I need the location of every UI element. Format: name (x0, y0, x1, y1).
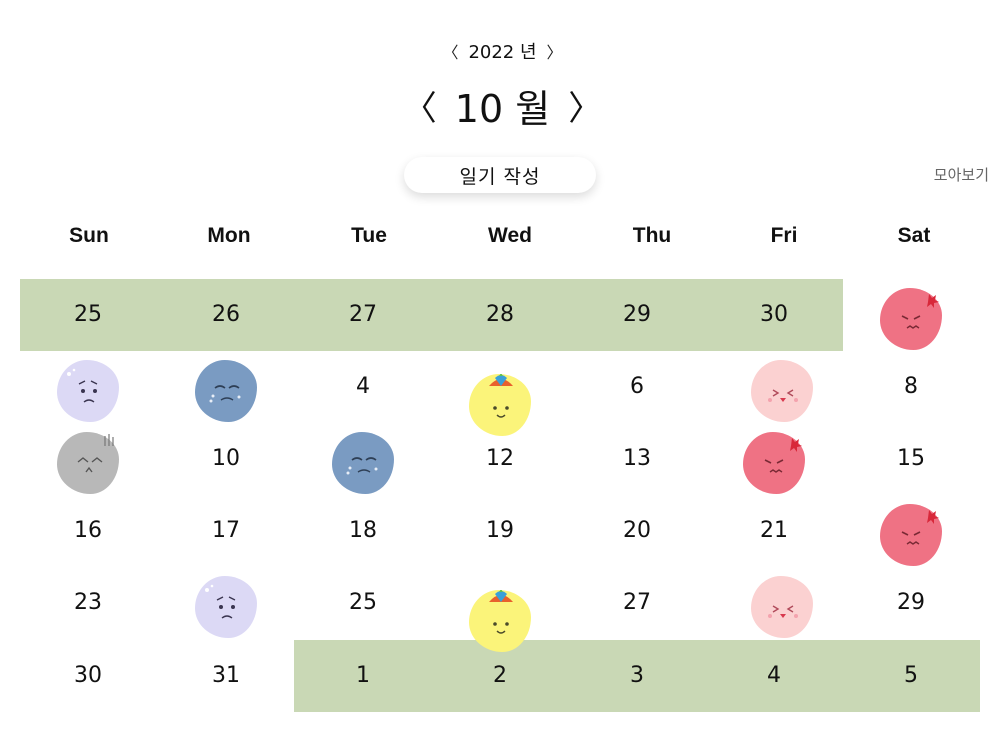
month-label: 10 월 (454, 87, 551, 131)
calendar-day[interactable]: 8 (856, 367, 966, 407)
mood-sad-icon[interactable] (195, 360, 257, 422)
next-month-button[interactable]: 〉 (568, 81, 602, 130)
calendar-day[interactable]: 6 (582, 367, 692, 407)
mood-angry-icon[interactable] (743, 432, 805, 494)
mood-happy-icon[interactable] (469, 590, 531, 652)
calendar-day[interactable]: 15 (856, 439, 966, 479)
calendar-day[interactable]: 3 (582, 656, 692, 696)
calendar-day[interactable]: 2 (445, 656, 555, 696)
calendar-day[interactable]: 31 (171, 656, 281, 696)
write-diary-button[interactable]: 일기 작성 (404, 157, 596, 193)
year-label: 2022 년 (468, 42, 537, 63)
calendar-day[interactable]: 30 (719, 295, 829, 335)
calendar-day[interactable]: 23 (33, 583, 143, 623)
mood-shy-icon[interactable] (751, 360, 813, 422)
weekday-wed: Wed (488, 224, 532, 247)
calendar-day[interactable]: 21 (719, 511, 829, 551)
calendar-day[interactable]: 13 (582, 439, 692, 479)
calendar-day[interactable]: 4 (719, 656, 829, 696)
view-all-link[interactable]: 모아보기 (934, 164, 989, 185)
calendar-day[interactable]: 5 (856, 656, 966, 696)
mood-happy-icon[interactable] (469, 374, 531, 436)
calendar-day[interactable]: 28 (445, 295, 555, 335)
calendar-day[interactable]: 4 (308, 367, 418, 407)
calendar-day[interactable]: 25 (308, 583, 418, 623)
mood-worried-icon[interactable] (57, 360, 119, 422)
calendar-day[interactable]: 25 (33, 295, 143, 335)
mood-tired-icon[interactable] (57, 432, 119, 494)
prev-year-button[interactable]: 〈 (442, 39, 458, 63)
calendar-day[interactable]: 19 (445, 511, 555, 551)
mood-angry-icon[interactable] (880, 288, 942, 350)
mood-sad-icon[interactable] (332, 432, 394, 494)
weekday-mon: Mon (207, 224, 251, 247)
calendar-day[interactable]: 18 (308, 511, 418, 551)
calendar-day[interactable]: 29 (856, 583, 966, 623)
calendar-day[interactable]: 12 (445, 439, 555, 479)
weekday-sun: Sun (69, 224, 109, 247)
next-year-button[interactable]: 〉 (547, 39, 563, 63)
calendar-day[interactable]: 10 (171, 439, 281, 479)
year-navigation: 〈 2022 년 〉 (0, 38, 1005, 64)
mood-worried-icon[interactable] (195, 576, 257, 638)
weekday-thu: Thu (632, 224, 672, 247)
calendar-day[interactable]: 30 (33, 656, 143, 696)
calendar-day[interactable]: 27 (582, 583, 692, 623)
calendar-day[interactable]: 20 (582, 511, 692, 551)
calendar-day[interactable]: 16 (33, 511, 143, 551)
mood-shy-icon[interactable] (751, 576, 813, 638)
calendar-day[interactable]: 1 (308, 656, 418, 696)
calendar-day[interactable]: 26 (171, 295, 281, 335)
weekday-fri: Fri (770, 224, 798, 247)
mood-angry-icon[interactable] (880, 504, 942, 566)
prev-month-button[interactable]: 〈 (403, 81, 437, 130)
calendar-day[interactable]: 27 (308, 295, 418, 335)
weekday-sat: Sat (897, 224, 931, 247)
calendar-day[interactable]: 29 (582, 295, 692, 335)
month-navigation: 〈 10 월 〉 (0, 78, 1005, 133)
weekday-tue: Tue (351, 224, 387, 247)
calendar-day[interactable]: 17 (171, 511, 281, 551)
